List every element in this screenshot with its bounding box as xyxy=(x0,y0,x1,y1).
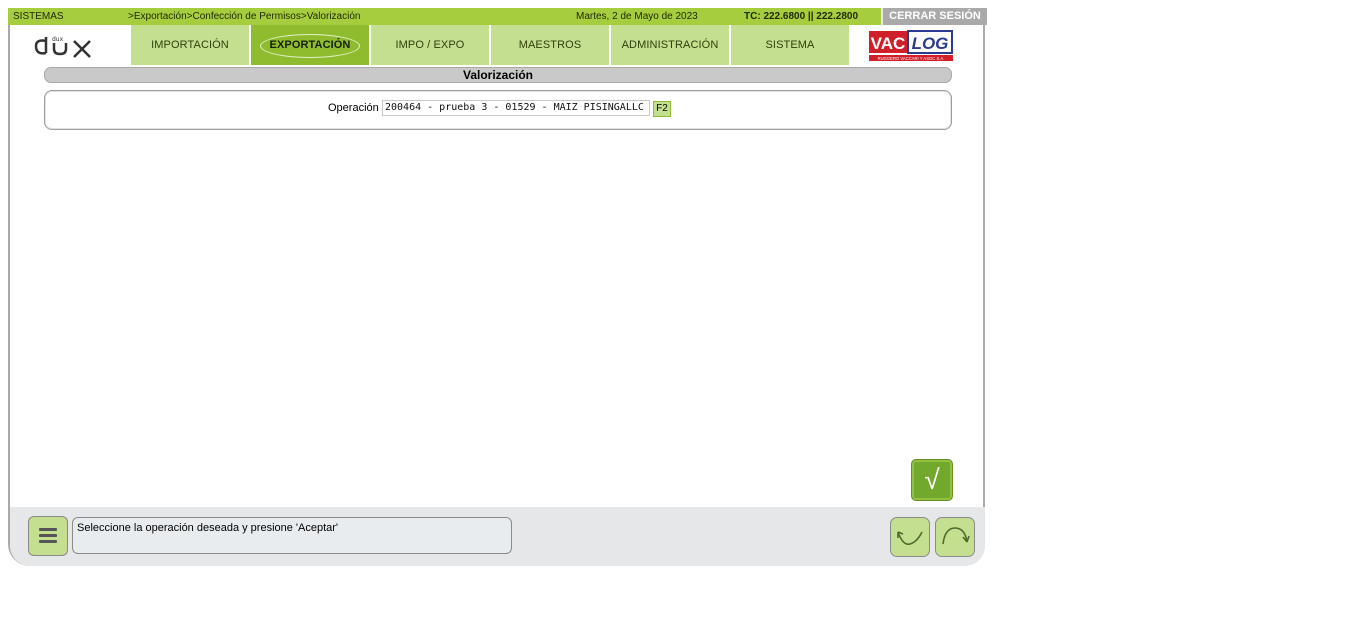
operation-panel: Operación F2 xyxy=(44,90,952,130)
tab-bar: IMPORTACIÓN EXPORTACIÓN IMPO / EXPO MAES… xyxy=(131,25,851,65)
page-title: Valorización xyxy=(44,67,952,83)
f2-lookup-button[interactable]: F2 xyxy=(653,101,671,117)
bottom-toolbar: Seleccione la operación deseada y presio… xyxy=(10,507,985,566)
tab-impo-expo[interactable]: IMPO / EXPO xyxy=(371,25,489,65)
tab-sistema[interactable]: SISTEMA xyxy=(731,25,849,65)
logout-button[interactable]: CERRAR SESIÓN xyxy=(881,8,987,25)
undo-arrow-icon xyxy=(897,531,923,546)
operation-field[interactable] xyxy=(382,100,650,116)
tab-administracion[interactable]: ADMINISTRACIÓN xyxy=(611,25,729,65)
menu-icon-line xyxy=(39,534,57,537)
current-date: Martes, 2 de Mayo de 2023 xyxy=(576,11,698,22)
dux-logo-text: dux xyxy=(52,36,64,43)
tab-importacion[interactable]: IMPORTACIÓN xyxy=(131,25,249,65)
check-icon: √ xyxy=(924,464,940,495)
exchange-rate: TC: 222.6800 || 222.2800 xyxy=(744,11,859,22)
vac-text: VAC xyxy=(871,34,906,53)
operation-label: Operación xyxy=(328,102,379,114)
menu-icon xyxy=(39,528,57,531)
main-navigation: dux IMPORTACIÓN EXPORTACIÓN IMPO / EXPO … xyxy=(10,25,985,65)
tab-maestros[interactable]: MAESTROS xyxy=(491,25,609,65)
back-button[interactable] xyxy=(890,517,930,557)
forward-button[interactable] xyxy=(935,517,975,557)
tab-exportacion[interactable]: EXPORTACIÓN xyxy=(251,25,369,65)
status-message: Seleccione la operación deseada y presio… xyxy=(72,517,512,554)
vaclog-logo: VAC LOG RUGGERO VACCARI Y ASOC S.A. xyxy=(869,30,953,61)
menu-icon-line xyxy=(39,540,57,543)
redo-arrow-icon xyxy=(942,527,970,545)
dux-logo: dux xyxy=(34,36,91,58)
log-text: LOG xyxy=(912,34,949,53)
vaclog-subtitle: RUGGERO VACCARI Y ASOC S.A. xyxy=(878,56,945,61)
breadcrumb: >Exportación>Confección de Permisos>Valo… xyxy=(128,11,361,22)
top-status-bar: SISTEMAS >Exportación>Confección de Perm… xyxy=(8,8,987,25)
module-label: SISTEMAS xyxy=(13,11,64,22)
app-window: SISTEMAS >Exportación>Confección de Perm… xyxy=(8,8,987,568)
menu-button[interactable] xyxy=(28,516,68,556)
accept-button[interactable]: √ xyxy=(911,459,953,501)
